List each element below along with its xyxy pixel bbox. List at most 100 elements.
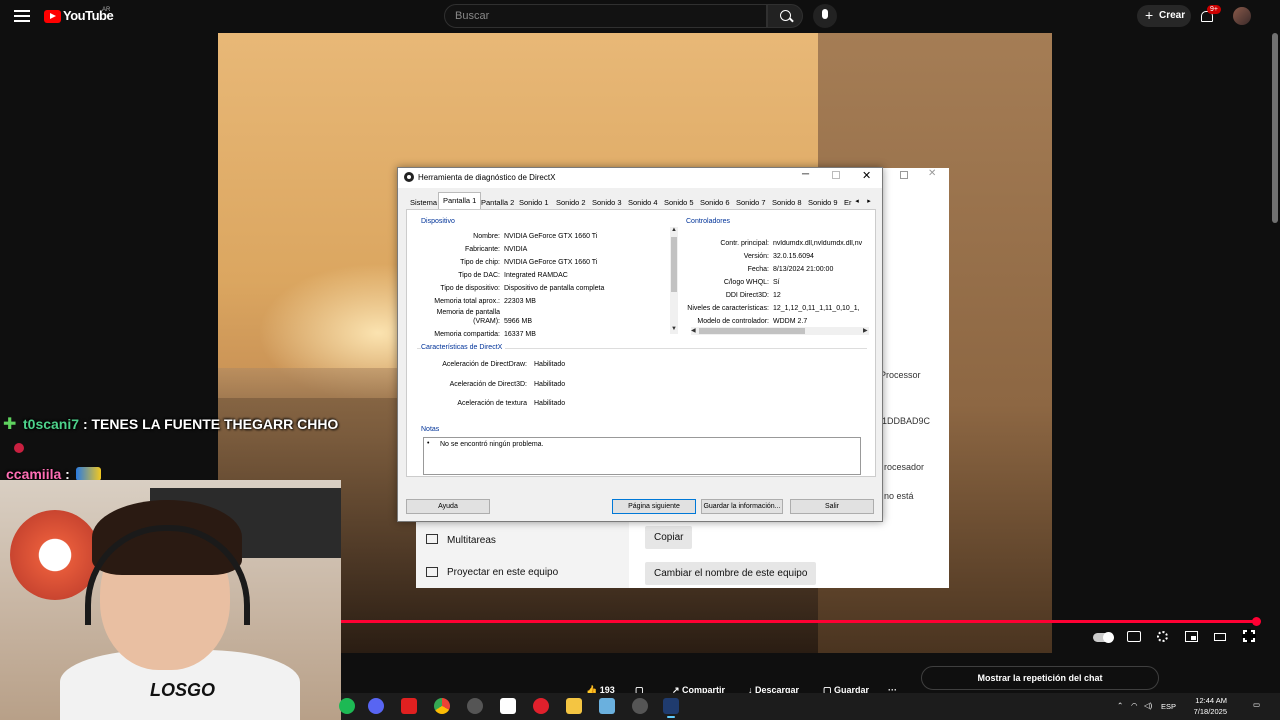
scrollbar-thumb[interactable] [699,328,805,334]
rename-pc-button[interactable]: Cambiar el nombre de este equipo [645,562,817,585]
tab-scroll-right-icon[interactable]: ▸ [864,197,874,207]
device-value: Dispositivo de pantalla completa [504,285,605,292]
driver-value: 12 [773,292,781,299]
autoplay-toggle[interactable] [1093,632,1114,643]
feature-value: Habilitado [534,381,566,388]
tab-sonido-7[interactable]: Sonido 7 [734,195,768,209]
file-explorer-icon[interactable] [566,698,582,714]
nav-project[interactable]: Proyectar en este equipo [447,567,558,578]
tab-sonido-5[interactable]: Sonido 5 [662,195,696,209]
tab-sonido-4[interactable]: Sonido 4 [626,195,660,209]
minimize-icon[interactable]: ─ [802,169,809,180]
menu-icon[interactable] [14,10,30,22]
tab-sonido-2[interactable]: Sonido 2 [554,195,588,209]
driver-value: WDDM 2.7 [773,318,808,325]
tab-sonido-6[interactable]: Sonido 6 [698,195,732,209]
maximize-icon[interactable] [832,171,840,179]
exit-button[interactable]: Salir [790,499,874,514]
shirt-logo: LOSGO [150,680,216,700]
theater-mode-icon[interactable] [1214,633,1226,641]
chat-message: t0scani7 : TENES LA FUENTE THEGARR CHHO [23,416,338,432]
tab-sistema[interactable]: Sistema [408,195,439,209]
device-label: Memoria compartida: [434,331,500,338]
discord-icon[interactable] [368,698,384,714]
scroll-left-icon[interactable]: ◀ [691,327,696,334]
progress-scrubber[interactable] [1252,617,1261,626]
settings-icon[interactable] [632,698,648,714]
note-item: No se encontró ningún problema. [440,441,544,448]
settings-text: Processor [880,370,921,380]
volume-icon[interactable]: ◁) [1144,701,1152,710]
dxdiag-taskbar-icon[interactable] [663,698,679,718]
nav-multitasking[interactable]: Multitareas [447,535,496,546]
notes-box[interactable]: • No se encontró ningún problema. [423,437,861,475]
notepad-icon[interactable] [599,698,615,714]
chrome-icon[interactable] [434,698,450,714]
notes-group-title: Notas [421,426,440,433]
tab-sonido-8[interactable]: Sonido 8 [770,195,804,209]
progress-bar[interactable] [341,620,1256,623]
tab-sonido-9[interactable]: Sonido 9 [806,195,840,209]
driver-value: nvldumdx.dll,nvldumdx.dll,nv [773,240,863,247]
device-value: Integrated RAMDAC [504,272,568,279]
scroll-down-icon[interactable]: ▼ [671,326,677,332]
tab-pantalla-1[interactable]: Pantalla 1 [438,192,482,209]
avatar[interactable] [1233,7,1251,25]
spotify-icon[interactable] [339,698,355,714]
project-icon [426,567,438,577]
scroll-up-icon[interactable]: ▲ [671,227,677,233]
tab-sonido-1[interactable]: Sonido 1 [517,195,551,209]
settings-text: no está [884,491,914,501]
show-chat-replay-button[interactable]: Mostrar la repetición del chat [921,666,1159,690]
tab-scroll-left-icon[interactable]: ◂ [852,197,862,207]
subtitles-icon[interactable] [1127,631,1141,642]
help-button[interactable]: Ayuda [406,499,490,514]
maximize-icon[interactable] [900,171,908,179]
driver-value: Sí [773,279,780,286]
fullscreen-icon[interactable] [1242,629,1256,643]
windows-taskbar: ⌃ ◠ ◁) ESP 12:44 AM 7/18/2025 ▭ [339,693,1280,720]
capcut-icon[interactable] [500,698,516,714]
notifications-icon[interactable]: ▭ [1253,700,1260,709]
drivers-scrollbar[interactable]: ◀ ▶ [691,327,869,335]
directx-icon [404,172,414,182]
save-info-button[interactable]: Guardar la información... [701,499,783,514]
scroll-right-icon[interactable]: ▶ [863,327,868,334]
tab-pantalla-2[interactable]: Pantalla 2 [479,195,516,209]
tray-expand-icon[interactable]: ⌃ [1117,701,1123,710]
clock-date[interactable]: 7/18/2025 [1183,707,1227,716]
plus-icon: ✚ [3,416,17,433]
chat-username: t0scani7 [23,416,80,432]
miniplayer-icon[interactable] [1185,631,1198,642]
dxdiag-window: Herramienta de diagnóstico de DirectX ─ … [397,167,883,522]
copy-button[interactable]: Copiar [645,526,693,549]
create-button[interactable]: Crear [1137,5,1191,27]
driver-value: 8/13/2024 21:00:00 [773,266,834,273]
settings-gear-icon[interactable] [1157,631,1168,642]
clock-time[interactable]: 12:44 AM [1183,696,1227,705]
news-app-icon[interactable] [401,698,417,714]
youtube-logo-icon[interactable] [44,10,61,23]
feature-label: Aceleración de Direct3D: [449,381,527,388]
device-value: NVIDIA [504,246,528,253]
device-label: Tipo de dispositivo: [440,285,500,292]
next-page-button[interactable]: Página siguiente [612,499,696,514]
tab-sonido-3[interactable]: Sonido 3 [590,195,624,209]
driver-label: Versión: [743,253,769,260]
search-input[interactable]: Buscar [444,4,767,28]
microphone-icon[interactable] [813,4,837,28]
driver-value: 32.0.15.6094 [773,253,814,260]
drivers-group-title: Controladores [686,218,730,225]
multitask-icon [426,534,438,544]
language-indicator[interactable]: ESP [1161,702,1176,711]
close-icon[interactable]: ✕ [928,168,936,179]
search-icon[interactable] [767,4,803,28]
title-bar[interactable]: Herramienta de diagnóstico de DirectX ─ … [398,168,882,188]
page-scrollbar[interactable] [1272,33,1278,223]
wifi-icon[interactable]: ◠ [1131,701,1138,710]
close-icon[interactable]: ✕ [862,169,871,182]
device-label: Nombre: [473,233,500,240]
driver-label: Niveles de características: [687,305,769,312]
opera-icon[interactable] [533,698,549,714]
obs-icon[interactable] [467,698,483,714]
